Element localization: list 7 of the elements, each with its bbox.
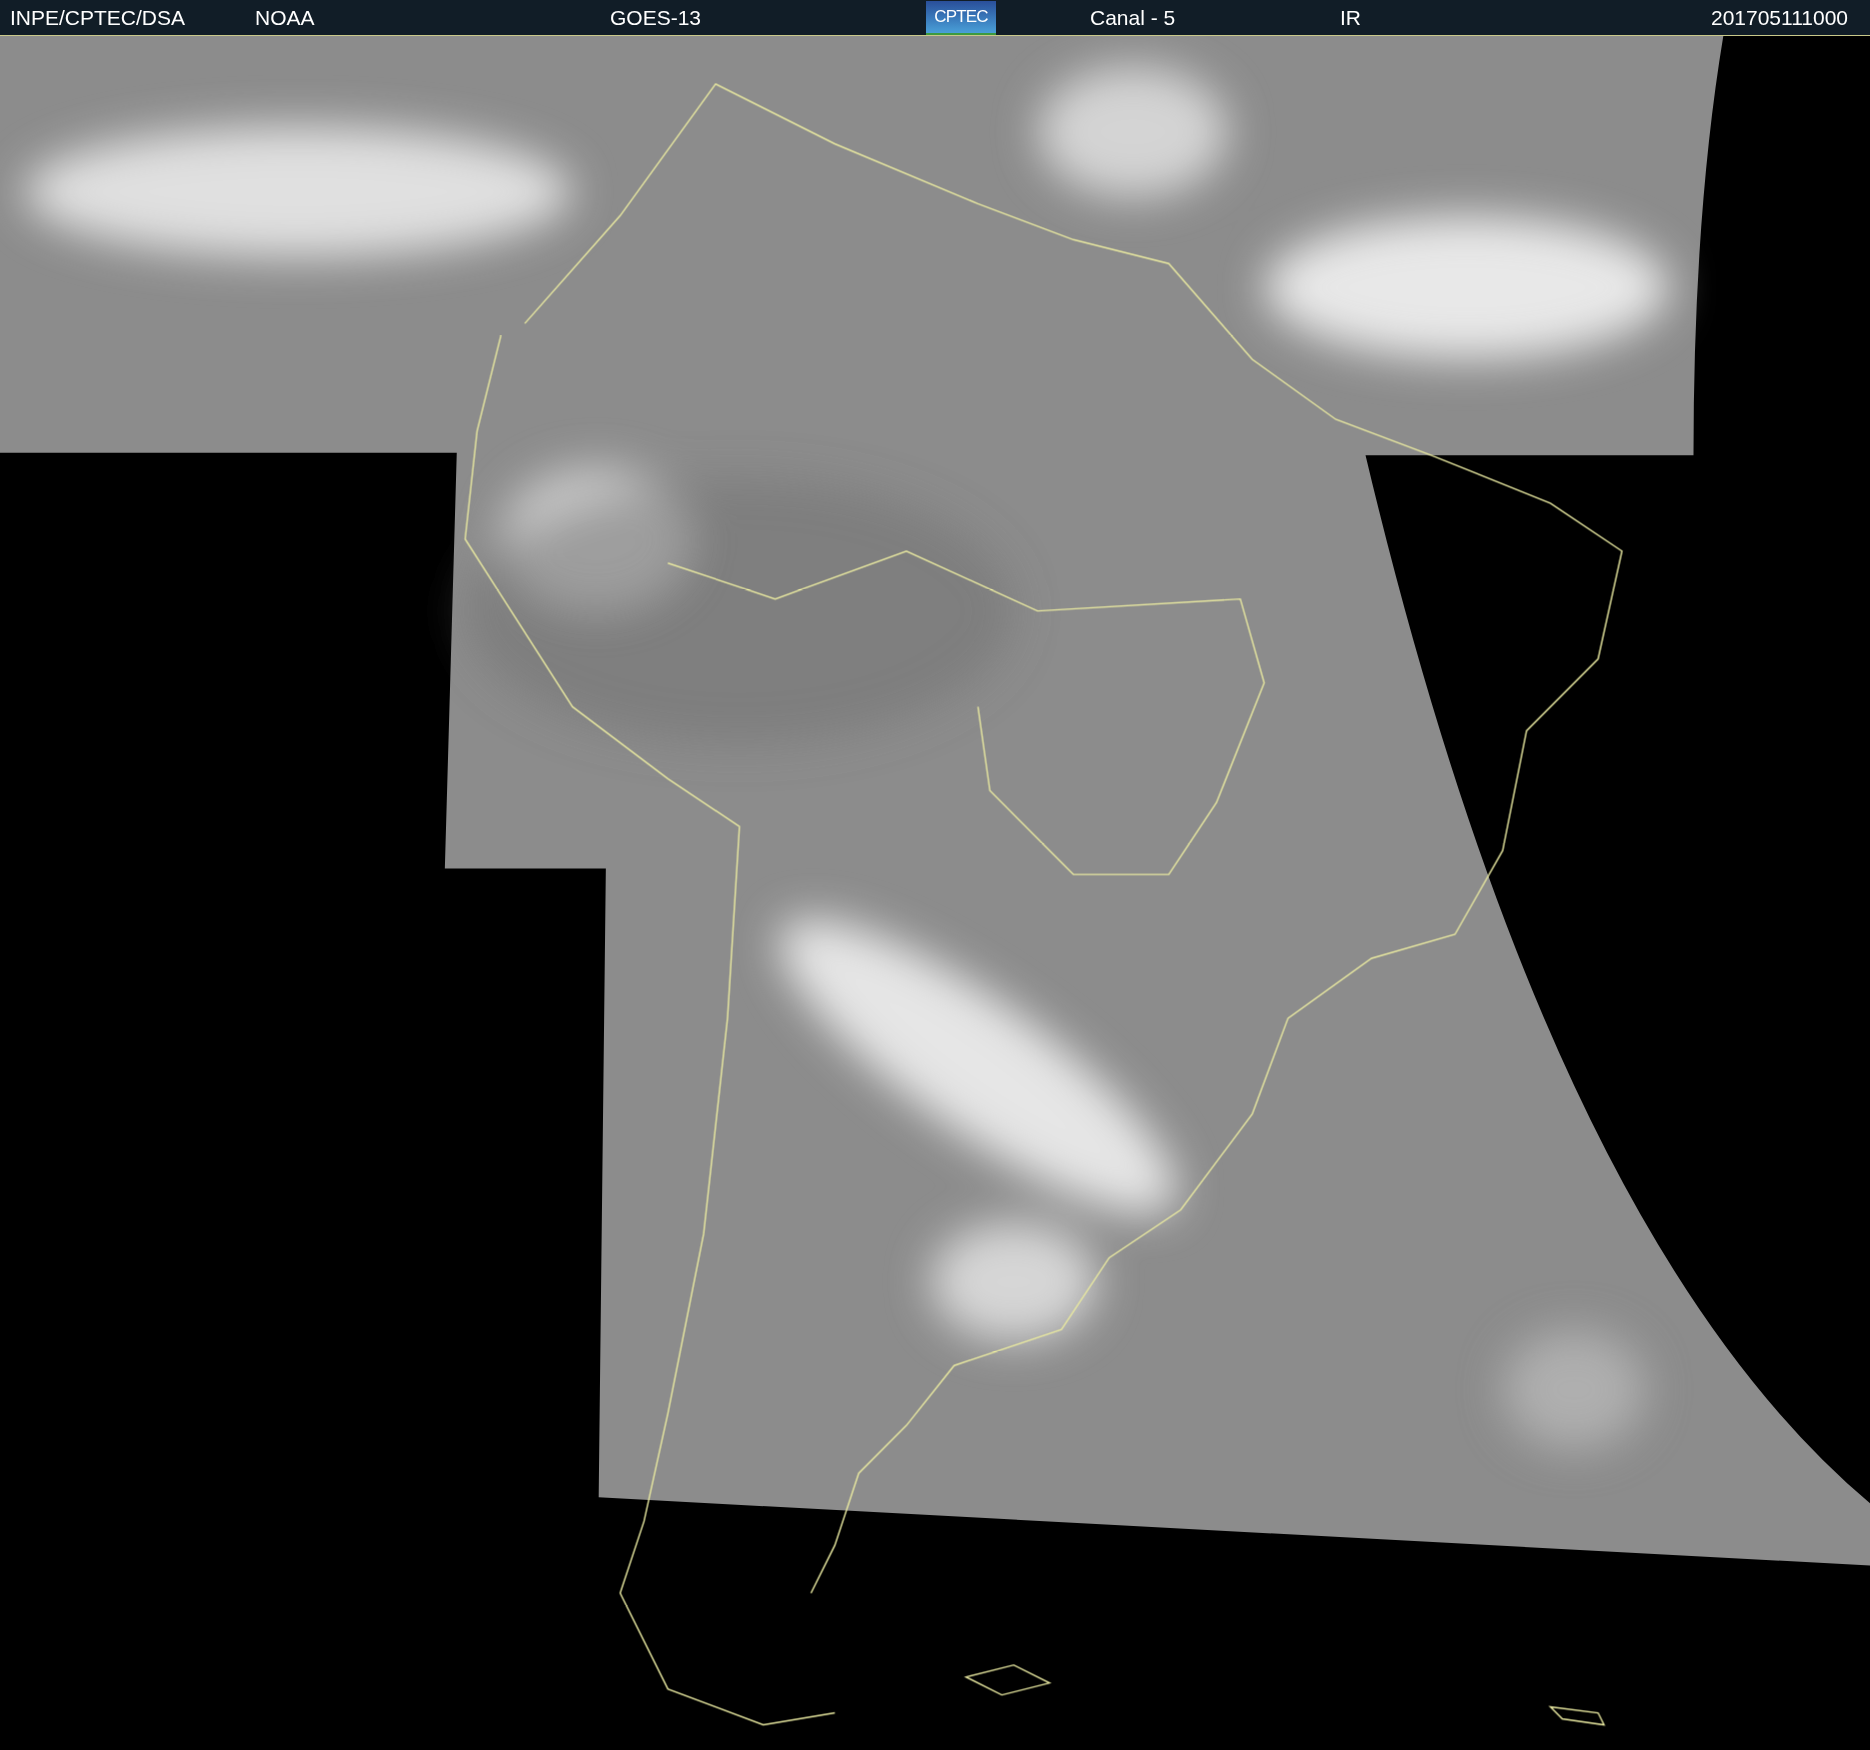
- logo: CPTEC: [926, 0, 996, 35]
- header-label: 201705111000: [1710, 7, 1848, 28]
- header-label: GOES-13: [610, 7, 702, 28]
- header-label: NOAA: [255, 7, 315, 28]
- header-label: INPE/CPTEC/DSA: [10, 7, 186, 28]
- header-label: Canal - 5: [1090, 7, 1176, 28]
- header-label: IR: [1340, 7, 1361, 28]
